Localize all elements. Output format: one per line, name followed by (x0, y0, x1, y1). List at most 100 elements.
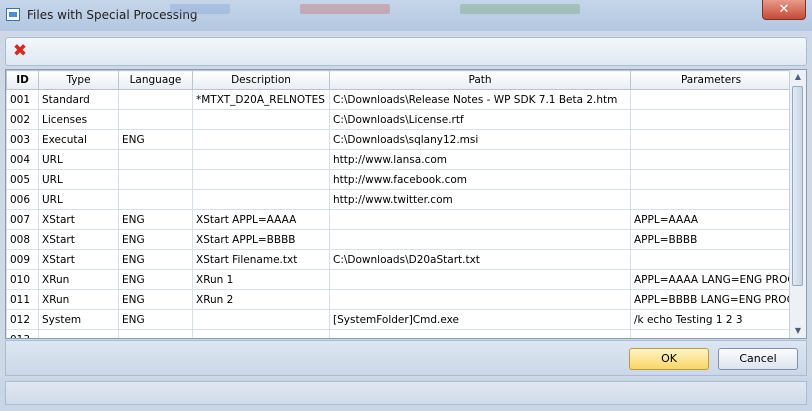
cell-description[interactable]: XStart Filename.txt (192, 249, 330, 270)
cell-description[interactable] (192, 109, 330, 130)
cell-parameters[interactable] (630, 249, 792, 270)
scroll-up-icon[interactable]: ▲ (790, 70, 806, 84)
table-row[interactable]: 001 Standard *MTXT_D20A_RELNOTES C:\Downloa… (6, 89, 792, 110)
cell-id[interactable]: 003 (6, 129, 39, 150)
cell-id[interactable]: 011 (6, 289, 39, 310)
cell-path[interactable]: http://www.lansa.com (329, 149, 631, 170)
cell-id[interactable]: 009 (6, 249, 39, 270)
cell-language[interactable] (118, 89, 193, 110)
cell-language[interactable] (118, 329, 193, 338)
ok-button[interactable]: OK (629, 348, 709, 370)
cell-parameters[interactable]: APPL=AAAA (630, 209, 792, 230)
cell-parameters[interactable] (630, 149, 792, 170)
cell-description[interactable] (192, 149, 330, 170)
cell-id[interactable]: 001 (6, 89, 39, 110)
cell-path[interactable]: C:\Downloads\D20aStart.txt (329, 249, 631, 270)
table-row[interactable]: 008 XStart ENG XStart APPL=BBBB APPL=BBBB (6, 229, 792, 250)
cell-id[interactable]: 006 (6, 189, 39, 210)
cell-path[interactable] (329, 289, 631, 310)
cell-description[interactable]: *MTXT_D20A_RELNOTES (192, 89, 330, 110)
cell-path[interactable]: [SystemFolder]Cmd.exe (329, 309, 631, 330)
cell-path[interactable] (329, 209, 631, 230)
cell-parameters[interactable] (630, 129, 792, 150)
column-header-path[interactable]: Path (329, 70, 631, 90)
cell-path[interactable]: http://www.facebook.com (329, 169, 631, 190)
cell-type[interactable]: XStart (38, 229, 119, 250)
cell-description[interactable] (192, 129, 330, 150)
cell-language[interactable]: ENG (118, 309, 193, 330)
cell-description[interactable] (192, 169, 330, 190)
cell-type[interactable]: System (38, 309, 119, 330)
column-header-language[interactable]: Language (118, 70, 193, 90)
cell-path[interactable]: http://www.twitter.com (329, 189, 631, 210)
cell-type[interactable]: XStart (38, 249, 119, 270)
delete-x-icon[interactable]: ✖ (10, 42, 30, 61)
cell-parameters[interactable] (630, 189, 792, 210)
cell-type[interactable]: URL (38, 189, 119, 210)
table-row[interactable]: 011 XRun ENG XRun 2 APPL=BBBB LANG=ENG PROC= (6, 289, 792, 310)
cell-type[interactable]: XStart (38, 209, 119, 230)
cell-parameters[interactable]: /k echo Testing 1 2 3 (630, 309, 792, 330)
cell-language[interactable]: ENG (118, 269, 193, 290)
column-header-parameters[interactable]: Parameters (630, 70, 792, 90)
table-row[interactable]: 006 URL http://www.twitter.com (6, 189, 792, 210)
cell-path[interactable]: C:\Downloads\sqlany12.msi (329, 129, 631, 150)
table-row[interactable]: 002 Licenses C:\Downloads\License.rtf (6, 109, 792, 130)
cell-id[interactable]: 008 (6, 229, 39, 250)
cell-parameters[interactable] (630, 109, 792, 130)
title-bar[interactable]: Files with Special Processing ✕ (0, 0, 812, 31)
table-row[interactable]: 013 (6, 329, 792, 338)
column-header-description[interactable]: Description (192, 70, 330, 90)
table-row[interactable]: 007 XStart ENG XStart APPL=AAAA APPL=AAAA (6, 209, 792, 230)
cell-id[interactable]: 002 (6, 109, 39, 130)
cell-description[interactable] (192, 189, 330, 210)
cell-id[interactable]: 005 (6, 169, 39, 190)
cell-parameters[interactable] (630, 169, 792, 190)
cell-id[interactable]: 010 (6, 269, 39, 290)
column-header-type[interactable]: Type (38, 70, 119, 90)
column-header-id[interactable]: ID (6, 70, 39, 90)
cell-description[interactable]: XRun 2 (192, 289, 330, 310)
cell-language[interactable]: ENG (118, 129, 193, 150)
cell-description[interactable]: XStart APPL=AAAA (192, 209, 330, 230)
cell-parameters[interactable] (630, 329, 792, 338)
cell-language[interactable]: ENG (118, 249, 193, 270)
cell-path[interactable]: C:\Downloads\Release Notes - WP SDK 7.1 … (329, 89, 631, 110)
cell-type[interactable]: Standard (38, 89, 119, 110)
scroll-down-icon[interactable]: ▼ (790, 324, 806, 338)
cell-path[interactable] (329, 329, 631, 338)
cell-path[interactable] (329, 269, 631, 290)
cell-id[interactable]: 004 (6, 149, 39, 170)
cell-description[interactable] (192, 329, 330, 338)
cell-description[interactable]: XStart APPL=BBBB (192, 229, 330, 250)
cell-language[interactable] (118, 149, 193, 170)
cell-parameters[interactable]: APPL=AAAA LANG=ENG PROC= (630, 269, 792, 290)
cell-id[interactable]: 012 (6, 309, 39, 330)
close-button[interactable]: ✕ (762, 0, 806, 20)
cell-type[interactable] (38, 329, 119, 338)
cell-type[interactable]: URL (38, 169, 119, 190)
cell-language[interactable] (118, 189, 193, 210)
table-row[interactable]: 003 Executal ENG C:\Downloads\sqlany12.msi (6, 129, 792, 150)
cell-description[interactable] (192, 309, 330, 330)
cell-parameters[interactable]: APPL=BBBB (630, 229, 792, 250)
cell-path[interactable] (329, 229, 631, 250)
vertical-scrollbar[interactable]: ▲ ▼ (789, 70, 806, 338)
table-row[interactable]: 010 XRun ENG XRun 1 APPL=AAAA LANG=ENG PROC= (6, 269, 792, 290)
table-row[interactable]: 005 URL http://www.facebook.com (6, 169, 792, 190)
cell-description[interactable]: XRun 1 (192, 269, 330, 290)
cell-language[interactable]: ENG (118, 289, 193, 310)
cell-parameters[interactable]: APPL=BBBB LANG=ENG PROC= (630, 289, 792, 310)
cell-language[interactable]: ENG (118, 209, 193, 230)
cell-path[interactable]: C:\Downloads\License.rtf (329, 109, 631, 130)
cell-type[interactable]: Executal (38, 129, 119, 150)
cell-language[interactable]: ENG (118, 229, 193, 250)
scroll-thumb[interactable] (792, 86, 803, 286)
cell-type[interactable]: Licenses (38, 109, 119, 130)
table-row[interactable]: 012 System ENG [SystemFolder]Cmd.exe/k echo… (6, 309, 792, 330)
cancel-button[interactable]: Cancel (718, 348, 798, 370)
table-row[interactable]: 009 XStart ENG XStart Filename.txt C:\Downlo… (6, 249, 792, 270)
cell-type[interactable]: URL (38, 149, 119, 170)
cell-language[interactable] (118, 109, 193, 130)
cell-type[interactable]: XRun (38, 269, 119, 290)
